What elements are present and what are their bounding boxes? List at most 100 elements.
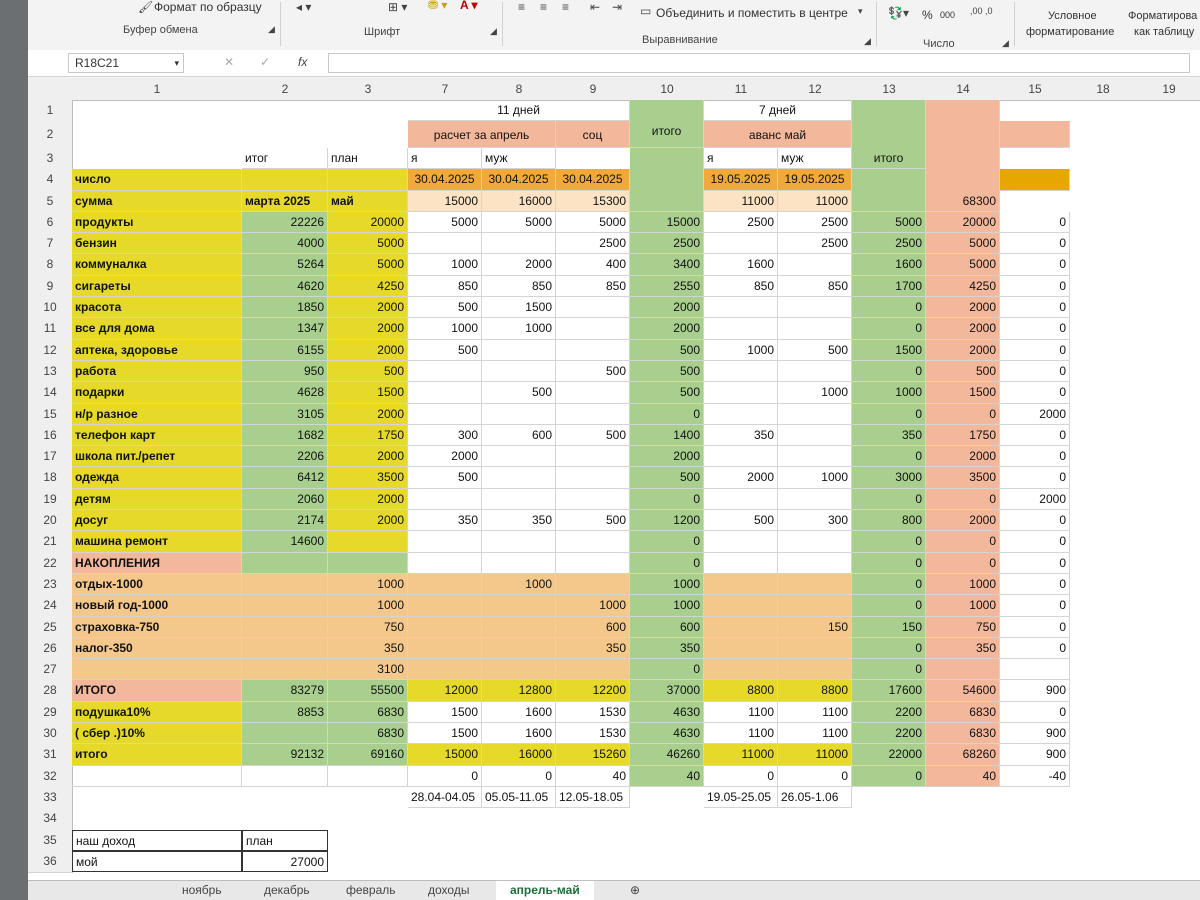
cell[interactable]: 350: [328, 637, 408, 660]
cell[interactable]: 4628: [242, 382, 328, 404]
cell[interactable]: 500: [556, 360, 630, 383]
cell[interactable]: 2206: [242, 446, 328, 468]
cell[interactable]: 300: [778, 510, 852, 532]
cell[interactable]: 2000: [630, 297, 704, 319]
cell[interactable]: [1000, 121, 1070, 148]
row-label[interactable]: ( сбер .)10%: [72, 723, 242, 745]
column-header[interactable]: 12: [778, 78, 853, 101]
cell[interactable]: 2000: [926, 446, 1000, 468]
cell[interactable]: 2000: [704, 467, 778, 489]
row-header[interactable]: 14: [28, 382, 73, 405]
row-header[interactable]: 33: [28, 786, 73, 810]
cell[interactable]: [328, 531, 408, 553]
row-header[interactable]: 27: [28, 659, 73, 682]
cell[interactable]: 37000: [630, 680, 704, 702]
sheet-tab[interactable]: февраль: [332, 881, 410, 900]
label-summa[interactable]: сумма: [72, 190, 242, 212]
cell[interactable]: 12000: [408, 680, 482, 702]
row-label[interactable]: досуг: [72, 510, 242, 532]
cell[interactable]: 1500: [852, 339, 926, 361]
cell[interactable]: 2000: [1000, 488, 1070, 511]
cell[interactable]: 500: [556, 510, 630, 532]
cell[interactable]: 6830: [328, 723, 408, 745]
sum-cell[interactable]: 11000: [704, 190, 778, 212]
cell[interactable]: [704, 595, 778, 617]
cell[interactable]: [778, 318, 852, 340]
cell[interactable]: 0: [926, 488, 1000, 511]
cell[interactable]: [482, 616, 556, 638]
column-header[interactable]: 2: [242, 78, 329, 101]
font-color-icon[interactable]: A ▾: [460, 0, 478, 12]
row-header[interactable]: 15: [28, 403, 73, 426]
cell[interactable]: [242, 723, 328, 745]
header-soc[interactable]: соц: [556, 121, 630, 148]
cell[interactable]: [778, 360, 852, 383]
cell[interactable]: 1750: [926, 424, 1000, 447]
cell[interactable]: 16000: [482, 744, 556, 766]
cell[interactable]: [778, 403, 852, 425]
cell[interactable]: [482, 637, 556, 660]
cell[interactable]: 0: [1000, 254, 1070, 276]
cell[interactable]: 850: [778, 275, 852, 298]
cell[interactable]: 500: [630, 467, 704, 489]
cell[interactable]: 0: [926, 403, 1000, 425]
cell[interactable]: 14600: [242, 531, 328, 553]
row-header[interactable]: 21: [28, 531, 73, 554]
cell[interactable]: 1000: [328, 573, 408, 596]
cell[interactable]: 600: [630, 616, 704, 638]
cell[interactable]: 2000: [328, 403, 408, 425]
cell[interactable]: 0: [482, 765, 556, 787]
cell[interactable]: [778, 595, 852, 617]
row-header[interactable]: 28: [28, 680, 73, 703]
cell[interactable]: 1850: [242, 297, 328, 319]
cell[interactable]: 1500: [926, 382, 1000, 404]
cell[interactable]: 500: [408, 339, 482, 361]
cell[interactable]: [242, 659, 328, 681]
cell[interactable]: [556, 531, 630, 553]
cell[interactable]: [778, 488, 852, 511]
label-chislo[interactable]: число: [72, 169, 242, 191]
cell[interactable]: 2500: [556, 233, 630, 255]
format-table-line2[interactable]: как таблицу: [1134, 26, 1194, 38]
cell[interactable]: 5000: [926, 233, 1000, 255]
cell[interactable]: 0: [1000, 339, 1070, 361]
format-painter-icon[interactable]: 🖌: [138, 0, 153, 14]
increase-indent-icon[interactable]: ⇥: [612, 0, 622, 14]
cell[interactable]: 1000: [704, 339, 778, 361]
sum-cell[interactable]: 16000: [482, 190, 556, 212]
cell[interactable]: 1682: [242, 424, 328, 447]
cell[interactable]: [408, 360, 482, 383]
cell[interactable]: 6412: [242, 467, 328, 489]
cell[interactable]: [482, 467, 556, 489]
cell[interactable]: [408, 233, 482, 255]
row-header[interactable]: 13: [28, 360, 73, 384]
row-label[interactable]: работа: [72, 360, 242, 383]
cell[interactable]: 8853: [242, 701, 328, 724]
cell[interactable]: [242, 765, 328, 787]
row-label[interactable]: подарки: [72, 382, 242, 404]
align-left-icon[interactable]: ≡: [518, 0, 525, 14]
cell[interactable]: 2174: [242, 510, 328, 532]
row-header[interactable]: 11: [28, 318, 73, 341]
cell[interactable]: 1600: [852, 254, 926, 276]
cell[interactable]: 12200: [556, 680, 630, 702]
cell[interactable]: 83279: [242, 680, 328, 702]
header-marta[interactable]: марта 2025: [242, 190, 328, 212]
cell[interactable]: 5000: [328, 254, 408, 276]
row-label[interactable]: НАКОПЛЕНИЯ: [72, 552, 242, 574]
cell[interactable]: 3400: [630, 254, 704, 276]
cell[interactable]: [778, 637, 852, 660]
cell[interactable]: [556, 488, 630, 511]
header-itog[interactable]: итог: [242, 147, 328, 170]
cell[interactable]: [482, 339, 556, 361]
cell[interactable]: 0: [1000, 382, 1070, 404]
row-header[interactable]: 25: [28, 616, 73, 639]
cell[interactable]: [242, 637, 328, 660]
cell[interactable]: 0: [1000, 211, 1070, 234]
cell[interactable]: [704, 552, 778, 574]
cell[interactable]: [242, 169, 328, 191]
cell[interactable]: 0: [852, 318, 926, 340]
cell[interactable]: 55500: [328, 680, 408, 702]
insert-function-button[interactable]: fx: [298, 55, 307, 69]
cell[interactable]: 6830: [926, 723, 1000, 745]
